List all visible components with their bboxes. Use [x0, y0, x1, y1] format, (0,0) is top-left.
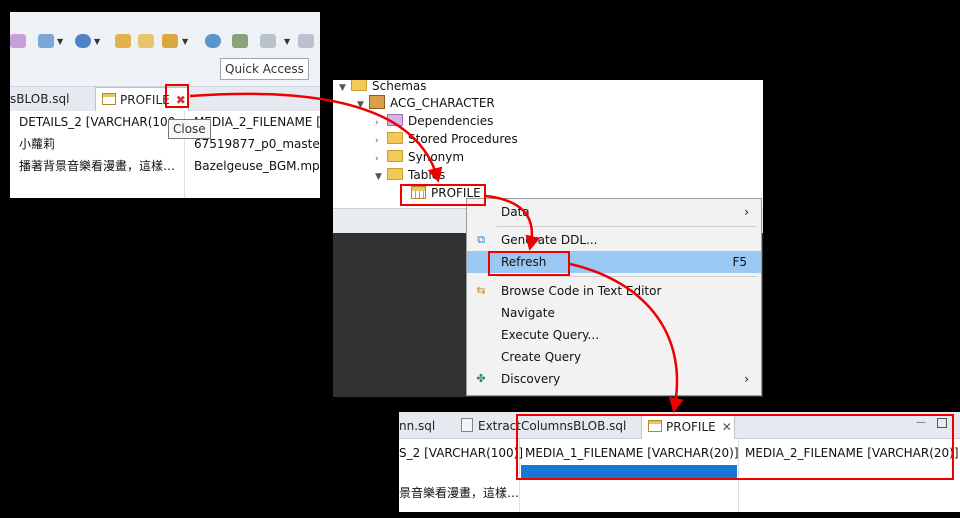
arrow-3	[569, 262, 684, 413]
annotation-arrows	[189, 92, 684, 413]
arrow-1	[189, 92, 443, 183]
arrow-2	[485, 194, 541, 251]
